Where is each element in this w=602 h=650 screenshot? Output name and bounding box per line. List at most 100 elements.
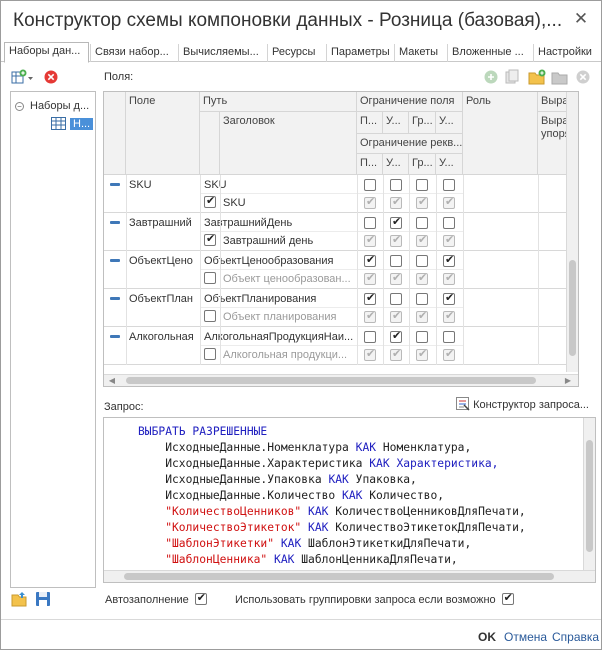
fields-horizontal-scrollbar[interactable]: ◀ ▶: [104, 374, 578, 386]
field-name-cell[interactable]: ОбъектЦено: [126, 253, 199, 269]
close-icon[interactable]: ✕: [573, 10, 589, 27]
column-header-a-g[interactable]: Гр...: [409, 154, 436, 175]
query-horizontal-scroll-thumb[interactable]: [124, 573, 554, 580]
attribute-restriction-checkbox[interactable]: ✔: [364, 234, 376, 247]
field-path-cell[interactable]: ЗавтрашнийДень: [201, 215, 356, 231]
column-header-r-u2[interactable]: У...: [436, 112, 463, 134]
field-restriction-checkbox[interactable]: ✔: [443, 292, 455, 305]
caption-checkbox[interactable]: ✔: [204, 195, 216, 208]
add-folder-icon[interactable]: [528, 69, 546, 85]
field-name-cell[interactable]: Алкогольная: [126, 329, 199, 345]
fields-vertical-scrollbar[interactable]: [566, 92, 578, 372]
field-restriction-checkbox[interactable]: [443, 331, 455, 343]
help-button[interactable]: Справка: [552, 630, 599, 644]
field-restriction-checkbox[interactable]: [443, 217, 455, 229]
cancel-button[interactable]: Отмена: [504, 630, 547, 644]
tab-calculated[interactable]: Вычисляемы...: [178, 44, 267, 62]
field-restriction-checkbox[interactable]: ✔: [443, 254, 455, 267]
field-path-cell[interactable]: ОбъектПланирования: [201, 291, 356, 307]
field-restriction-checkbox[interactable]: ✔: [364, 292, 376, 305]
column-header-a-u2[interactable]: У...: [436, 154, 463, 175]
field-caption-cell[interactable]: Объект планирования: [220, 309, 356, 325]
field-name-cell[interactable]: ОбъектПлан: [126, 291, 199, 307]
field-path-cell[interactable]: АлкогольнаяПродукцияНаи...: [201, 329, 356, 345]
delete-field-icon[interactable]: [575, 69, 591, 85]
use-groupings-checkbox[interactable]: ✔: [501, 592, 514, 605]
field-restriction-checkbox[interactable]: ✔: [364, 254, 376, 267]
field-caption-cell[interactable]: Завтрашний день: [220, 233, 356, 249]
field-restriction-checkbox[interactable]: [416, 179, 428, 191]
column-header-a-p[interactable]: П...: [357, 154, 383, 175]
attribute-restriction-checkbox[interactable]: ✔: [416, 272, 428, 285]
vertical-scroll-thumb[interactable]: [569, 260, 576, 356]
caption-checkbox[interactable]: [204, 272, 216, 284]
tab-resources[interactable]: Ресурсы: [267, 44, 326, 62]
open-folder-icon[interactable]: [11, 591, 29, 610]
save-icon[interactable]: [35, 591, 51, 610]
attribute-restriction-checkbox[interactable]: ✔: [390, 310, 402, 323]
field-caption-cell[interactable]: Объект ценообразован...: [220, 271, 356, 287]
tab-settings[interactable]: Настройки: [533, 44, 599, 62]
caption-checkbox[interactable]: ✔: [204, 233, 216, 246]
attribute-restriction-checkbox[interactable]: ✔: [416, 310, 428, 323]
field-restriction-checkbox[interactable]: [443, 179, 455, 191]
query-vertical-scroll-thumb[interactable]: [586, 440, 593, 552]
attribute-restriction-checkbox[interactable]: ✔: [443, 196, 455, 209]
field-path-cell[interactable]: SKU: [201, 177, 356, 193]
query-horizontal-scrollbar[interactable]: [104, 570, 595, 582]
attribute-restriction-checkbox[interactable]: ✔: [364, 348, 376, 361]
field-restriction-checkbox[interactable]: [364, 217, 376, 229]
attribute-restriction-checkbox[interactable]: ✔: [390, 196, 402, 209]
query-builder-link[interactable]: Конструктор запроса...: [456, 397, 589, 411]
collapse-icon[interactable]: −: [15, 102, 24, 111]
add-data-set-icon[interactable]: [11, 69, 33, 85]
attribute-restriction-checkbox[interactable]: ✔: [416, 196, 428, 209]
attribute-restriction-checkbox[interactable]: ✔: [364, 196, 376, 209]
tree-item-query-set[interactable]: Н...: [51, 116, 94, 132]
field-restriction-checkbox[interactable]: ✔: [390, 216, 402, 229]
attribute-restriction-checkbox[interactable]: ✔: [364, 310, 376, 323]
column-header-r-g[interactable]: Гр...: [409, 112, 436, 134]
column-header-path[interactable]: Путь: [200, 92, 357, 112]
field-restriction-checkbox[interactable]: [390, 255, 402, 267]
field-name-cell[interactable]: Завтрашний: [126, 215, 199, 231]
field-restriction-checkbox[interactable]: [390, 179, 402, 191]
column-header-role[interactable]: Роль: [463, 92, 538, 175]
field-restriction-checkbox[interactable]: [416, 217, 428, 229]
field-restriction-checkbox[interactable]: [364, 331, 376, 343]
caption-checkbox[interactable]: [204, 310, 216, 322]
field-name-cell[interactable]: SKU: [126, 177, 199, 193]
attribute-restriction-checkbox[interactable]: ✔: [443, 348, 455, 361]
use-groupings-option[interactable]: Использовать группировки запроса если во…: [235, 592, 514, 606]
caption-checkbox[interactable]: [204, 348, 216, 360]
field-caption-cell[interactable]: SKU: [220, 195, 356, 211]
delete-data-set-icon[interactable]: [43, 69, 61, 85]
field-restriction-checkbox[interactable]: [416, 255, 428, 267]
autofill-checkbox[interactable]: ✔: [194, 592, 207, 605]
field-restriction-checkbox[interactable]: ✔: [390, 330, 402, 343]
attribute-restriction-checkbox[interactable]: ✔: [443, 310, 455, 323]
attribute-restriction-checkbox[interactable]: ✔: [416, 234, 428, 247]
attribute-restriction-checkbox[interactable]: ✔: [443, 272, 455, 285]
column-header-caption[interactable]: Заголовок: [220, 112, 357, 175]
scroll-right-icon[interactable]: ▶: [562, 375, 574, 386]
column-header-attr-restriction[interactable]: Ограничение рекв...: [357, 134, 463, 154]
field-path-cell[interactable]: ОбъектЦенообразования: [201, 253, 356, 269]
field-restriction-checkbox[interactable]: [390, 293, 402, 305]
field-restriction-checkbox[interactable]: [416, 293, 428, 305]
attribute-restriction-checkbox[interactable]: ✔: [364, 272, 376, 285]
query-text[interactable]: ВЫБРАТЬ РАЗРЕШЕННЫЕ ИсходныеДанные.Номен…: [138, 424, 526, 582]
attribute-restriction-checkbox[interactable]: ✔: [390, 272, 402, 285]
copy-field-icon[interactable]: [504, 69, 520, 85]
attribute-restriction-checkbox[interactable]: ✔: [390, 234, 402, 247]
field-caption-cell[interactable]: Алкогольная продукци...: [220, 347, 356, 363]
attribute-restriction-checkbox[interactable]: ✔: [390, 348, 402, 361]
scroll-left-icon[interactable]: ◀: [106, 375, 118, 386]
attribute-restriction-checkbox[interactable]: ✔: [443, 234, 455, 247]
query-editor[interactable]: ВЫБРАТЬ РАЗРЕШЕННЫЕ ИсходныеДанные.Номен…: [103, 417, 596, 583]
tab-data-sets[interactable]: Наборы дан...: [4, 42, 89, 63]
column-header-r-p[interactable]: П...: [357, 112, 383, 134]
query-vertical-scrollbar[interactable]: [583, 418, 595, 570]
autofill-option[interactable]: Автозаполнение ✔: [105, 592, 207, 606]
ok-button[interactable]: OK: [478, 630, 496, 644]
